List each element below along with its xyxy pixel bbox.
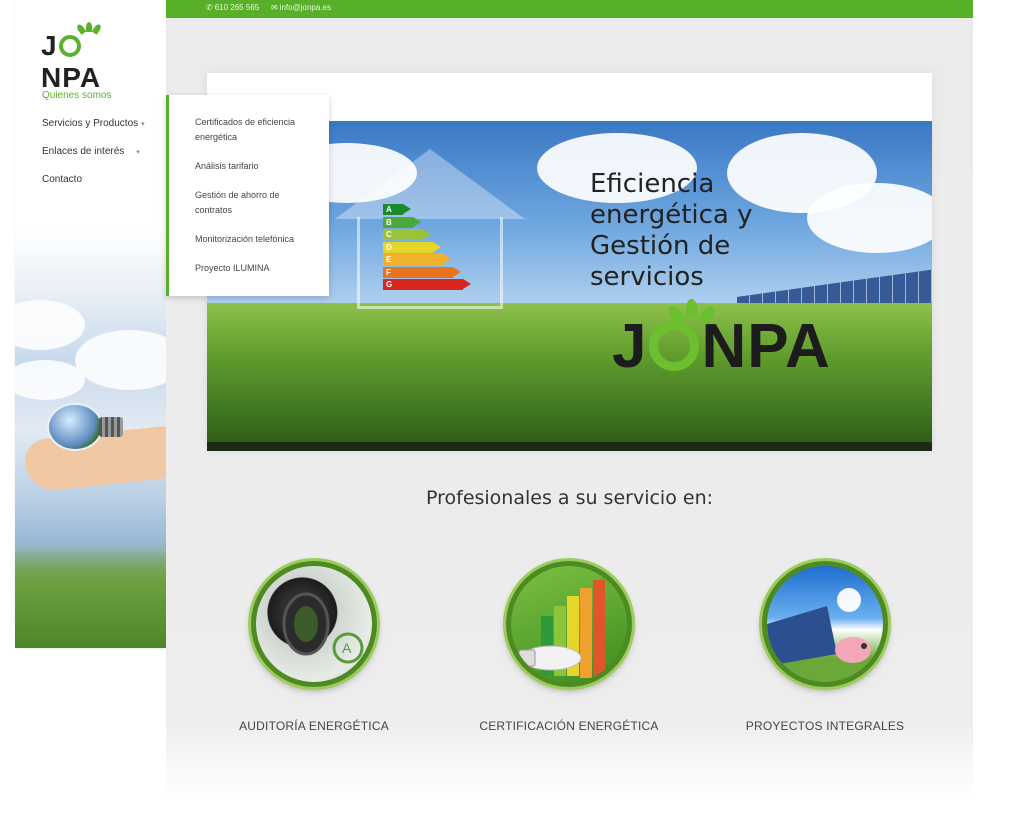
rating-bulb-graphic <box>518 580 605 680</box>
cloud-decoration <box>15 360 85 400</box>
energy-meter-icon[interactable]: A <box>251 561 377 687</box>
solar-panel-piggybank-icon[interactable] <box>762 561 888 687</box>
cloud-decoration <box>75 330 166 390</box>
svg-text:A: A <box>342 640 352 656</box>
energy-grade-a: A <box>383 204 411 215</box>
chevron-down-icon: ▾ <box>136 149 140 156</box>
hand-bulb-illustration <box>22 395 166 505</box>
energy-grade-e: E <box>383 254 451 265</box>
phone-link[interactable]: ✆ 610 265 565 <box>206 3 259 12</box>
submenu-servicios-productos: Certificados de eficiencia energética An… <box>166 95 329 296</box>
grass-decoration <box>15 548 166 648</box>
submenu-item-analisis-tarifario[interactable]: Análisis tarifario <box>195 159 315 174</box>
energy-grade-b: B <box>383 216 421 228</box>
cloud-decoration <box>15 300 85 350</box>
service-label-auditoria[interactable]: AUDITORÍA ENERGÉTICA <box>214 719 414 733</box>
service-label-certificacion[interactable]: CERTIFICACIÓN ENERGÉTICA <box>469 719 669 733</box>
nav-item-label: Enlaces de interés <box>42 146 125 157</box>
hero-title: Eficiencia energética y Gestión de servi… <box>590 169 753 292</box>
energy-rating-scale: ABCDEFG <box>383 204 471 292</box>
hero-logo: J NPA <box>612 299 831 382</box>
energy-rating-bulb-icon[interactable] <box>506 561 632 687</box>
hero-bottom-strip <box>207 442 932 451</box>
services-heading: Profesionales a su servicio en: <box>425 487 714 509</box>
nav-item-contacto[interactable]: Contacto <box>42 172 166 200</box>
leaf-icon <box>686 299 697 317</box>
main-nav: Quienes somos Servicios y Productos ▾ Enl… <box>42 88 166 200</box>
nav-item-label: Contacto <box>42 174 83 185</box>
logo-o-circle <box>649 321 700 371</box>
service-label-proyectos[interactable]: PROYECTOS INTEGRALES <box>725 719 925 733</box>
email-link[interactable]: ✉ info@jonpa.es <box>271 3 331 12</box>
email-text: info@jonpa.es <box>279 3 331 12</box>
nav-item-label: Quienes somos <box>42 90 112 101</box>
nav-item-servicios-productos[interactable]: Servicios y Productos ▾ <box>42 116 166 144</box>
nav-item-label: Servicios y Productos <box>42 118 139 129</box>
phone-icon: ✆ <box>206 3 213 12</box>
logo-o-circle <box>58 35 81 57</box>
solar-graphic <box>767 588 871 666</box>
submenu-item-monitorizacion[interactable]: Monitorización telefónica <box>195 232 315 247</box>
meter-graphic: A <box>282 592 364 664</box>
phone-text: 610 265 565 <box>214 3 260 12</box>
top-contact-bar: ✆ 610 265 565 ✉ info@jonpa.es <box>166 0 973 18</box>
logo-wordmark: JNPA <box>41 30 102 93</box>
lightbulb-icon <box>47 403 103 451</box>
envelope-icon: ✉ <box>271 3 278 12</box>
bulb-cap <box>99 417 123 437</box>
submenu-item-gestion-ahorro[interactable]: Gestión de ahorro de contratos <box>195 188 315 218</box>
site-logo[interactable]: JNPA <box>41 22 141 93</box>
nav-item-enlaces-interes[interactable]: Enlaces de interés ▾ <box>42 144 166 172</box>
energy-grade-f: F <box>383 266 461 278</box>
submenu-item-certificados[interactable]: Certificados de eficiencia energética <box>195 115 315 145</box>
submenu-item-proyecto-ilumina[interactable]: Proyecto ILUMINA <box>195 261 315 276</box>
energy-grade-g: G <box>383 279 471 290</box>
energy-grade-d: D <box>383 241 441 253</box>
nav-item-quienes-somos[interactable]: Quienes somos <box>42 88 166 116</box>
sidebar: JNPA Quienes somos Servicios y Productos… <box>15 0 166 648</box>
chevron-down-icon: ▾ <box>141 121 145 128</box>
energy-grade-c: C <box>383 229 431 240</box>
